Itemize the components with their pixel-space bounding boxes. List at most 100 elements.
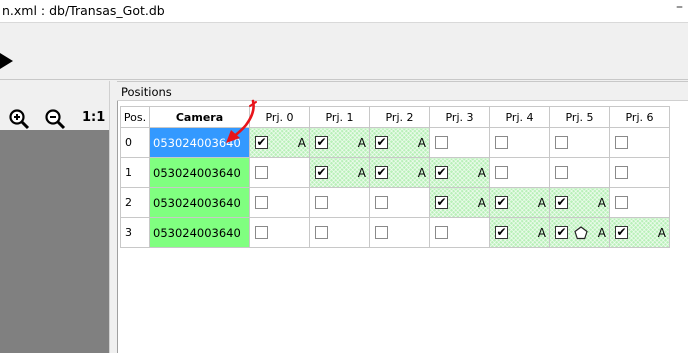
- projector-checkbox[interactable]: [555, 136, 568, 149]
- minimize-button[interactable]: –: [671, 0, 688, 22]
- image-view-panel: 1:1: [0, 81, 112, 353]
- projector-cell-2[interactable]: ✔ A: [369, 127, 430, 158]
- projector-cell-6[interactable]: [609, 157, 670, 188]
- projector-cell-6[interactable]: [609, 187, 670, 218]
- column-header-prj-1[interactable]: Prj. 1: [309, 106, 370, 128]
- projector-cell-0[interactable]: [249, 217, 310, 248]
- column-header-prj-4[interactable]: Prj. 4: [489, 106, 550, 128]
- projector-cell-1[interactable]: [309, 187, 370, 218]
- projector-flag: A: [357, 136, 366, 150]
- projector-flag: A: [357, 166, 366, 180]
- projector-checkbox[interactable]: [315, 226, 328, 239]
- positions-panel-header: Positions: [117, 81, 688, 101]
- title-bar: n.xml : db/Transas_Got.db –: [0, 0, 688, 22]
- positions-grid-area: Pos. Camera Prj. 0 Prj. 1 Prj. 2 Prj. 3 Prj. 4…: [117, 101, 688, 353]
- camera-cell[interactable]: 053024003640: [149, 157, 250, 188]
- projector-checkbox[interactable]: ✔: [555, 196, 568, 209]
- projector-cell-4[interactable]: ✔ A: [489, 187, 550, 218]
- projector-checkbox[interactable]: ✔: [495, 226, 508, 239]
- projector-cell-5[interactable]: [549, 127, 610, 158]
- projector-cell-1[interactable]: ✔ A: [309, 127, 370, 158]
- pentagon-icon: [574, 226, 588, 240]
- projector-cell-5[interactable]: ✔ A: [549, 217, 610, 248]
- column-header-pos[interactable]: Pos.: [120, 106, 150, 128]
- table-row[interactable]: 0 053024003640 ✔ A ✔ A ✔ A: [120, 127, 670, 158]
- image-canvas[interactable]: [0, 130, 109, 353]
- projector-checkbox[interactable]: ✔: [315, 136, 328, 149]
- table-row[interactable]: 1 053024003640 ✔ A ✔ A ✔ A: [120, 157, 670, 188]
- projector-cell-4[interactable]: [489, 127, 550, 158]
- row-index: 0: [120, 127, 150, 158]
- projector-cell-6[interactable]: [609, 127, 670, 158]
- row-index: 3: [120, 217, 150, 248]
- projector-checkbox[interactable]: [375, 226, 388, 239]
- projector-cell-3[interactable]: [429, 127, 490, 158]
- zoom-toolbar: 1:1: [0, 103, 112, 133]
- projector-checkbox[interactable]: ✔: [315, 166, 328, 179]
- projector-checkbox[interactable]: ✔: [435, 166, 448, 179]
- projector-flag: A: [657, 226, 666, 240]
- projector-cell-2[interactable]: [369, 217, 430, 248]
- column-header-prj-2[interactable]: Prj. 2: [369, 106, 430, 128]
- projector-checkbox[interactable]: [255, 226, 268, 239]
- window-title: n.xml : db/Transas_Got.db: [2, 3, 165, 18]
- projector-cell-1[interactable]: [309, 217, 370, 248]
- projector-cell-2[interactable]: ✔ A: [369, 157, 430, 188]
- projector-checkbox[interactable]: [255, 196, 268, 209]
- column-header-prj-3[interactable]: Prj. 3: [429, 106, 490, 128]
- zoom-in-icon[interactable]: [8, 108, 30, 130]
- projector-checkbox[interactable]: [555, 166, 568, 179]
- zoom-out-icon[interactable]: [44, 108, 66, 130]
- projector-checkbox[interactable]: [435, 136, 448, 149]
- projector-checkbox[interactable]: [375, 196, 388, 209]
- projector-flag: A: [477, 196, 486, 210]
- camera-cell[interactable]: 053024003640: [149, 187, 250, 218]
- projector-cell-5[interactable]: [549, 157, 610, 188]
- projector-flag: A: [477, 166, 486, 180]
- projector-cell-3[interactable]: ✔ A: [429, 187, 490, 218]
- projector-checkbox[interactable]: ✔: [615, 226, 628, 239]
- projector-checkbox[interactable]: [255, 166, 268, 179]
- projector-flag: A: [597, 196, 606, 210]
- row-index: 1: [120, 157, 150, 188]
- row-index: 2: [120, 187, 150, 218]
- projector-cell-1[interactable]: ✔ A: [309, 157, 370, 188]
- toolbar: [0, 22, 688, 80]
- panel-splitter[interactable]: [109, 81, 117, 353]
- zoom-1to1-button[interactable]: 1:1: [82, 110, 105, 125]
- projector-checkbox[interactable]: [495, 136, 508, 149]
- projector-cell-6[interactable]: ✔ A: [609, 217, 670, 248]
- projector-cell-0[interactable]: [249, 157, 310, 188]
- projector-cell-3[interactable]: [429, 217, 490, 248]
- table-row[interactable]: 2 053024003640 ✔ A ✔ A ✔ A: [120, 187, 670, 218]
- projector-cell-3[interactable]: ✔ A: [429, 157, 490, 188]
- projector-checkbox[interactable]: ✔: [435, 196, 448, 209]
- projector-checkbox[interactable]: ✔: [375, 166, 388, 179]
- projector-cell-5[interactable]: ✔ A: [549, 187, 610, 218]
- projector-checkbox[interactable]: ✔: [495, 196, 508, 209]
- projector-cell-4[interactable]: ✔ A: [489, 217, 550, 248]
- projector-checkbox[interactable]: [615, 136, 628, 149]
- projector-checkbox[interactable]: [615, 196, 628, 209]
- positions-table: Pos. Camera Prj. 0 Prj. 1 Prj. 2 Prj. 3 Prj. 4…: [120, 106, 670, 248]
- camera-cell[interactable]: 053024003640: [149, 217, 250, 248]
- play-icon[interactable]: [0, 53, 13, 69]
- table-row[interactable]: 3 053024003640 ✔ A ✔ A ✔ A: [120, 217, 670, 248]
- projector-flag: A: [417, 166, 426, 180]
- projector-checkbox[interactable]: [495, 166, 508, 179]
- column-header-prj-6[interactable]: Prj. 6: [609, 106, 670, 128]
- projector-checkbox[interactable]: ✔: [375, 136, 388, 149]
- projector-flag: A: [597, 226, 606, 240]
- projector-checkbox[interactable]: ✔: [555, 226, 568, 239]
- projector-cell-0[interactable]: [249, 187, 310, 218]
- projector-cell-2[interactable]: [369, 187, 430, 218]
- projector-flag: A: [297, 136, 306, 150]
- projector-cell-4[interactable]: [489, 157, 550, 188]
- positions-panel-title: Positions: [121, 85, 172, 99]
- projector-checkbox[interactable]: [435, 226, 448, 239]
- column-header-prj-5[interactable]: Prj. 5: [549, 106, 610, 128]
- projector-flag: A: [417, 136, 426, 150]
- projector-checkbox[interactable]: [615, 166, 628, 179]
- projector-flag: A: [537, 226, 546, 240]
- projector-checkbox[interactable]: [315, 196, 328, 209]
